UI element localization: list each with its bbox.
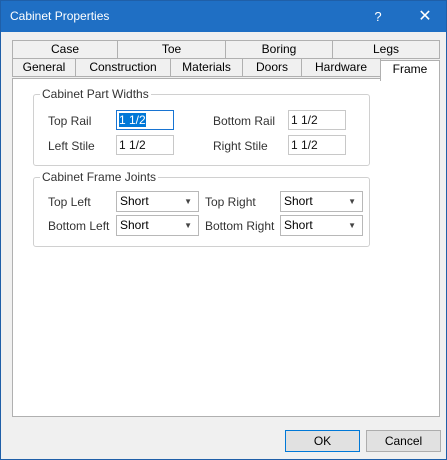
- top-right-label: Top Right: [205, 195, 256, 209]
- top-rail-field[interactable]: 1 1/2: [116, 110, 174, 130]
- top-rail-value: 1 1/2: [119, 113, 146, 127]
- tab-construction[interactable]: Construction: [75, 58, 171, 77]
- right-stile-field[interactable]: 1 1/2: [288, 135, 346, 155]
- chevron-down-icon: ▼: [348, 197, 356, 206]
- bottom-right-value: Short: [284, 218, 313, 232]
- bottom-left-value: Short: [120, 218, 149, 232]
- bottom-rail-label: Bottom Rail: [213, 114, 276, 128]
- chevron-down-icon: ▼: [348, 221, 356, 230]
- bottom-rail-field[interactable]: 1 1/2: [288, 110, 346, 130]
- close-icon[interactable]: ✕: [405, 1, 445, 32]
- tab-frame[interactable]: Frame: [380, 60, 440, 81]
- top-right-select[interactable]: Short ▼: [280, 191, 363, 212]
- chevron-down-icon: ▼: [184, 221, 192, 230]
- cabinet-frame-joints-group: Cabinet Frame Joints Top Left Short ▼ To…: [33, 170, 370, 247]
- window-title: Cabinet Properties: [10, 9, 110, 23]
- ok-button[interactable]: OK: [285, 430, 360, 452]
- cabinet-properties-dialog: Cabinet Properties ? ✕ Case Toe Boring L…: [0, 0, 447, 460]
- top-rail-label: Top Rail: [48, 114, 92, 128]
- top-left-label: Top Left: [48, 195, 91, 209]
- cabinet-part-widths-group: Cabinet Part Widths Top Rail 1 1/2 Botto…: [33, 87, 370, 166]
- tab-case[interactable]: Case: [12, 40, 118, 59]
- tab-legs[interactable]: Legs: [332, 40, 440, 59]
- bottom-right-label: Bottom Right: [205, 219, 275, 233]
- chevron-down-icon: ▼: [184, 197, 192, 206]
- bottom-left-select[interactable]: Short ▼: [116, 215, 199, 236]
- tab-toe[interactable]: Toe: [117, 40, 226, 59]
- tab-doors[interactable]: Doors: [242, 58, 302, 77]
- title-bar: Cabinet Properties ? ✕: [1, 1, 446, 32]
- top-left-select[interactable]: Short ▼: [116, 191, 199, 212]
- bottom-right-select[interactable]: Short ▼: [280, 215, 363, 236]
- cabinet-frame-joints-legend: Cabinet Frame Joints: [40, 170, 159, 184]
- right-stile-label: Right Stile: [213, 139, 268, 153]
- left-stile-field[interactable]: 1 1/2: [116, 135, 174, 155]
- cabinet-part-widths-legend: Cabinet Part Widths: [40, 87, 151, 101]
- help-icon[interactable]: ?: [361, 1, 395, 32]
- cancel-button[interactable]: Cancel: [366, 430, 441, 452]
- top-right-value: Short: [284, 194, 313, 208]
- bottom-left-label: Bottom Left: [48, 219, 110, 233]
- top-left-value: Short: [120, 194, 149, 208]
- tab-boring[interactable]: Boring: [225, 40, 333, 59]
- tab-materials[interactable]: Materials: [170, 58, 243, 77]
- tab-general[interactable]: General: [12, 58, 76, 77]
- tab-hardware[interactable]: Hardware: [301, 58, 381, 77]
- left-stile-label: Left Stile: [48, 139, 95, 153]
- frame-tab-panel: Cabinet Part Widths Top Rail 1 1/2 Botto…: [12, 78, 440, 417]
